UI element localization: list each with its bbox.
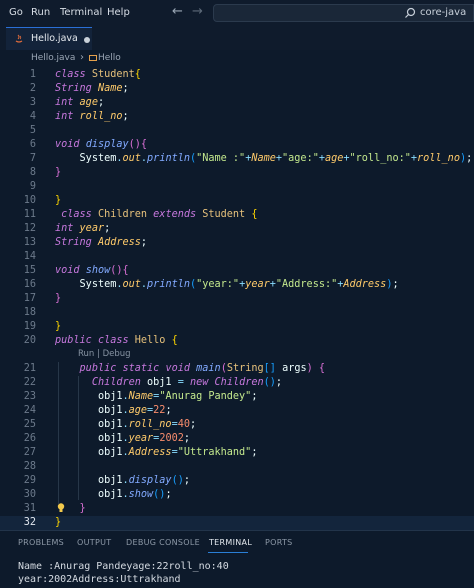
menu-terminal[interactable]: Terminal [60, 7, 102, 18]
code-line: 1 class Student{ [29, 69, 141, 80]
code-line: 18 [23, 307, 36, 318]
code-line: 15 void show(){ [23, 265, 129, 276]
code-line: 11 class Children extends Student { [23, 209, 258, 220]
class-symbol-icon [89, 55, 97, 61]
chevron-right-icon: › [80, 52, 84, 63]
run-debug-codelens[interactable]: Run | Debug [78, 349, 131, 359]
unsaved-dot-icon[interactable] [84, 37, 90, 43]
code-line: 31 } [23, 503, 86, 514]
tab-hello-java[interactable]: Hello.java [6, 27, 92, 50]
forward-arrow-icon[interactable]: → [192, 4, 203, 19]
code-editor[interactable]: 1 class Student{ 2 String Name; 3 int age; … [0, 66, 474, 530]
code-line: 4 int roll_no; [29, 111, 129, 122]
terminal-output[interactable]: Name :Anurag Pandeyage:22roll_no:40 year… [0, 554, 474, 588]
menu-go[interactable]: Go [9, 7, 23, 18]
tab-debug-console[interactable]: DEBUG CONSOLE [126, 538, 200, 547]
breadcrumb-symbol[interactable]: Hello [98, 53, 121, 63]
back-arrow-icon[interactable]: ← [172, 4, 183, 19]
code-line: 8} [29, 167, 62, 178]
code-line: 24 obj1.age=22; [23, 405, 172, 416]
code-line: 5 [29, 125, 36, 136]
tab-terminal[interactable]: TERMINAL [209, 538, 252, 547]
command-center-search[interactable]: core-java [213, 4, 474, 22]
code-line: 17} [23, 293, 62, 304]
code-line: 9 [29, 181, 36, 192]
java-file-icon [15, 34, 23, 43]
code-line: 30 obj1.show(); [23, 489, 172, 500]
code-line: 16 System.out.println("year:"+year+"Addr… [23, 279, 399, 290]
code-line: 23 obj1.Name="Anurag Pandey"; [23, 391, 258, 402]
code-line: 13 String Address; [23, 237, 148, 248]
code-line: 7 System.out.println("Name :"+Name+"age:… [29, 153, 473, 164]
tab-label: Hello.java [31, 33, 78, 44]
code-line: 25 obj1.roll_no=40; [23, 419, 197, 430]
tab-problems[interactable]: PROBLEMS [18, 538, 64, 547]
code-line: 19} [23, 321, 62, 332]
code-line-current: 32} [0, 516, 474, 530]
code-line: 6 void display(){ [29, 139, 148, 150]
breadcrumb-file[interactable]: Hello.java [31, 53, 75, 63]
terminal-line: Name :Anurag Pandeyage:22roll_no:40 [18, 561, 229, 572]
code-line: 14 [23, 251, 36, 262]
panel-tab-bar: PROBLEMS OUTPUT DEBUG CONSOLE TERMINAL P… [0, 530, 474, 555]
lightbulb-icon[interactable] [57, 503, 65, 513]
code-line: 2 String Name; [29, 83, 129, 94]
code-line: 10} [23, 195, 62, 206]
search-icon [405, 7, 416, 18]
title-bar: Go Run Terminal Help ← → core-java [0, 0, 474, 27]
code-line: 21 public static void main(String[] args… [23, 363, 326, 374]
menu-run[interactable]: Run [31, 7, 50, 18]
code-line: 28 [23, 461, 36, 472]
terminal-line: year:2002Address:Uttrakhand [18, 574, 181, 585]
menu-help[interactable]: Help [107, 7, 130, 18]
code-line: 3 int age; [29, 97, 105, 108]
active-tab-indicator [208, 552, 248, 553]
code-line: 12 int year; [23, 223, 111, 234]
tab-ports[interactable]: PORTS [265, 538, 293, 547]
search-text: core-java [420, 7, 467, 18]
breadcrumb: Hello.java › Hello [0, 50, 474, 66]
code-line: 27 obj1.Address="Uttrakhand"; [23, 447, 258, 458]
code-line: 22 Children obj1 = new Children(); [23, 377, 283, 388]
code-line: 20 public class Hello { [23, 335, 178, 346]
code-line: 26 obj1.year=2002; [23, 433, 190, 444]
tab-output[interactable]: OUTPUT [77, 538, 111, 547]
code-line: 29 obj1.display(); [23, 475, 190, 486]
